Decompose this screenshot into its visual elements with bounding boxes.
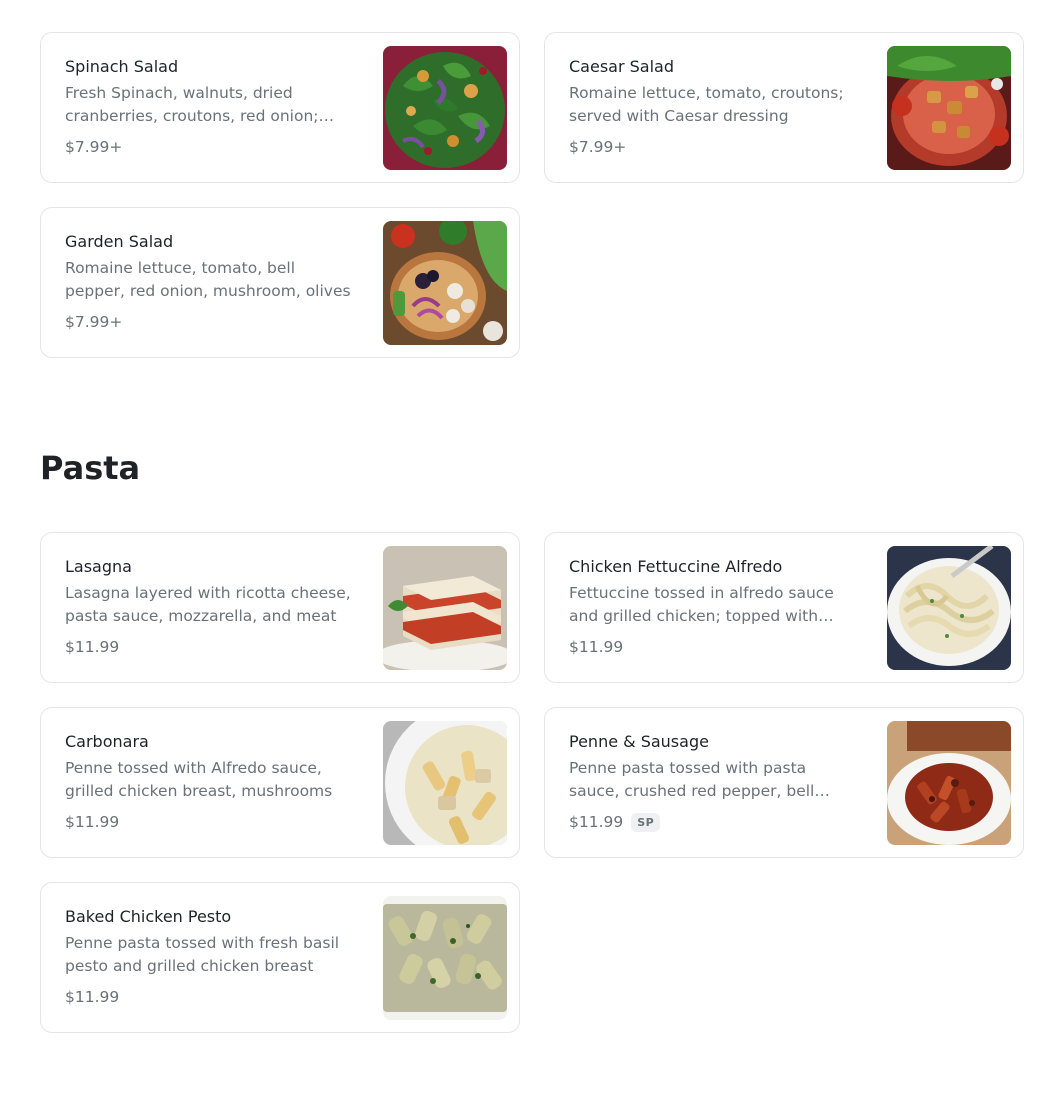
menu-item-image — [383, 896, 507, 1020]
menu-item-card[interactable]: Baked Chicken Pesto Penne pasta tossed w… — [40, 882, 520, 1033]
menu-item-image — [383, 546, 507, 670]
menu-item-price: $7.99+ — [569, 138, 627, 156]
menu-item-info: Lasagna Lasagna layered with ricotta che… — [65, 557, 355, 658]
chicken-pesto-image — [383, 896, 507, 1020]
fettuccine-alfredo-image — [887, 546, 1011, 670]
menu-item-description: Penne pasta tossed with fresh basil pest… — [65, 934, 340, 975]
menu-item-description: Fresh Spinach, walnuts, dried cranberrie… — [65, 84, 319, 125]
menu-item-name: Lasagna — [65, 557, 132, 576]
menu-item-price-row: $7.99+ — [569, 136, 859, 158]
menu-item-info: Garden Salad Romaine lettuce, tomato, be… — [65, 232, 355, 333]
carbonara-image — [383, 721, 507, 845]
menu-item-name: Garden Salad — [65, 232, 174, 251]
spicy-badge: SP — [631, 812, 661, 832]
menu-item-info: Spinach Salad Fresh Spinach, walnuts, dr… — [65, 57, 355, 158]
menu-item-price-row: $11.99 — [65, 986, 355, 1008]
menu-item-name: Carbonara — [65, 732, 149, 751]
menu-item-card[interactable]: Chicken Fettuccine Alfredo Fettuccine to… — [544, 532, 1024, 683]
menu-item-card[interactable]: Caesar Salad Romaine lettuce, tomato, cr… — [544, 32, 1024, 183]
menu-item-info: Chicken Fettuccine Alfredo Fettuccine to… — [569, 557, 859, 658]
menu-item-info: Baked Chicken Pesto Penne pasta tossed w… — [65, 907, 355, 1008]
menu-item-name: Baked Chicken Pesto — [65, 907, 232, 926]
menu-item-info: Caesar Salad Romaine lettuce, tomato, cr… — [569, 57, 859, 158]
menu-item-card[interactable]: Carbonara Penne tossed with Alfredo sauc… — [40, 707, 520, 858]
menu-item-price: $11.99 — [65, 638, 120, 656]
menu-item-image — [887, 721, 1011, 845]
menu-item-card[interactable]: Spinach Salad Fresh Spinach, walnuts, dr… — [40, 32, 520, 183]
menu-item-price-row: $11.99 — [569, 636, 859, 658]
menu-item-name: Chicken Fettuccine Alfredo — [569, 557, 783, 576]
menu-item-card[interactable]: Garden Salad Romaine lettuce, tomato, be… — [40, 207, 520, 358]
menu-item-description: Penne pasta tossed with pasta sauce, cru… — [569, 759, 815, 800]
menu-item-image — [887, 46, 1011, 170]
menu-item-description: Romaine lettuce, tomato, croutons; serve… — [569, 84, 844, 125]
menu-item-image — [383, 221, 507, 345]
menu-item-info: Penne & Sausage Penne pasta tossed with … — [569, 732, 859, 833]
lasagna-image — [383, 546, 507, 670]
section-title-pasta: Pasta — [40, 449, 141, 487]
salads-grid: Spinach Salad Fresh Spinach, walnuts, dr… — [40, 32, 1024, 358]
menu-item-description: Fettuccine tossed in alfredo sauce and g… — [569, 584, 834, 625]
menu-item-image — [383, 721, 507, 845]
menu-item-price-row: $11.99 SP — [569, 811, 859, 833]
menu-item-image — [887, 546, 1011, 670]
menu-item-name: Caesar Salad — [569, 57, 674, 76]
menu-item-price: $11.99 — [569, 638, 624, 656]
menu-item-description: Lasagna layered with ricotta cheese, pas… — [65, 584, 351, 625]
menu-item-price: $11.99 — [65, 813, 120, 831]
menu-item-name: Penne & Sausage — [569, 732, 709, 751]
menu-item-price-row: $11.99 — [65, 636, 355, 658]
menu-item-image — [383, 46, 507, 170]
menu-item-description: Penne tossed with Alfredo sauce, grilled… — [65, 759, 333, 800]
menu-item-price: $7.99+ — [65, 313, 123, 331]
spinach-salad-image — [383, 46, 507, 170]
menu-item-price: $7.99+ — [65, 138, 123, 156]
penne-sausage-image — [887, 721, 1011, 845]
menu-item-price-row: $7.99+ — [65, 311, 355, 333]
pasta-grid: Lasagna Lasagna layered with ricotta che… — [40, 532, 1024, 1033]
menu-item-description: Romaine lettuce, tomato, bell pepper, re… — [65, 259, 351, 300]
menu-item-name: Spinach Salad — [65, 57, 179, 76]
menu-item-price-row: $7.99+ — [65, 136, 355, 158]
caesar-salad-image — [887, 46, 1011, 170]
menu-item-info: Carbonara Penne tossed with Alfredo sauc… — [65, 732, 355, 833]
menu-item-card[interactable]: Lasagna Lasagna layered with ricotta che… — [40, 532, 520, 683]
menu-item-price: $11.99 — [65, 988, 120, 1006]
menu-item-price: $11.99 — [569, 813, 624, 831]
garden-salad-image — [383, 221, 507, 345]
menu-item-price-row: $11.99 — [65, 811, 355, 833]
menu-item-card[interactable]: Penne & Sausage Penne pasta tossed with … — [544, 707, 1024, 858]
